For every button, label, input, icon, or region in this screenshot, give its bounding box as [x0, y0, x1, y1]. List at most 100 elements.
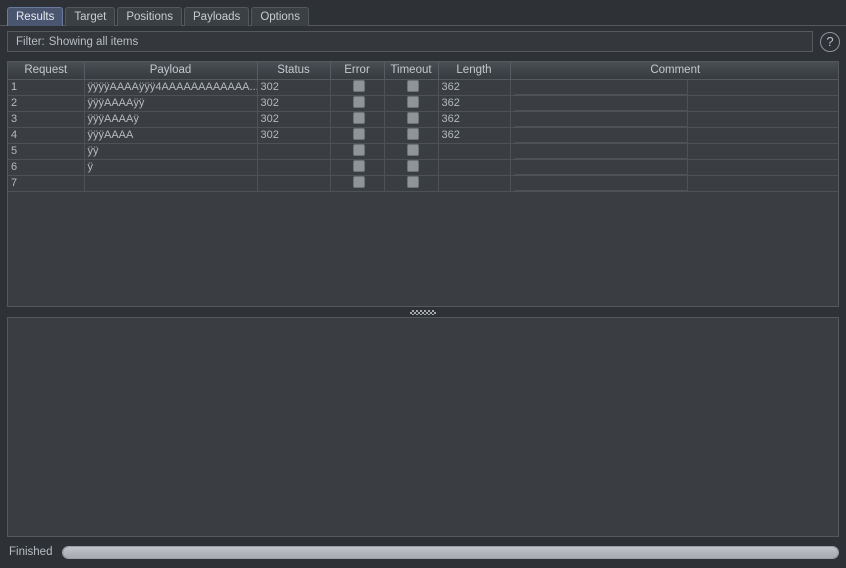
cell-length: 362 — [438, 127, 510, 143]
tab-results[interactable]: Results — [7, 7, 63, 26]
cell-status: 302 — [257, 95, 330, 111]
request-response-detail-panel[interactable] — [7, 317, 839, 537]
cell-timeout — [384, 175, 438, 191]
column-header-length[interactable]: Length — [438, 62, 510, 79]
cell-payload: ÿÿÿAAAAÿÿ — [84, 95, 257, 111]
table-row[interactable]: 1ÿÿÿÿAAAAÿÿÿ4AAAAAAAAAAAA...302 362 — [8, 79, 839, 95]
column-header-timeout[interactable]: Timeout — [384, 62, 438, 79]
checkbox-timeout-icon[interactable] — [407, 112, 419, 124]
results-table: RequestPayloadStatusErrorTimeoutLengthCo… — [8, 62, 839, 192]
cell-payload: ÿÿ — [84, 143, 257, 159]
tab-target[interactable]: Target — [65, 7, 115, 26]
cell-timeout — [384, 79, 438, 95]
cell-length: 362 — [438, 79, 510, 95]
cell-comment[interactable] — [510, 175, 839, 191]
column-header-error[interactable]: Error — [330, 62, 384, 79]
cell-request: 4 — [8, 127, 84, 143]
cell-length: 362 — [438, 95, 510, 111]
cell-error — [330, 159, 384, 175]
checkbox-error-icon[interactable] — [353, 176, 365, 188]
filter-bar[interactable]: Filter: Showing all items — [7, 31, 813, 52]
cell-comment-text — [514, 144, 688, 159]
splitter-grip-icon[interactable] — [410, 310, 436, 315]
tab-strip: ResultsTargetPositionsPayloadsOptions — [0, 0, 846, 26]
column-header-payload[interactable]: Payload — [84, 62, 257, 79]
results-table-panel[interactable]: RequestPayloadStatusErrorTimeoutLengthCo… — [7, 61, 839, 307]
panel-splitter[interactable] — [7, 308, 839, 317]
checkbox-error-icon[interactable] — [353, 128, 365, 140]
column-header-request[interactable]: Request — [8, 62, 84, 79]
table-row[interactable]: 5ÿÿ — [8, 143, 839, 159]
cell-request: 2 — [8, 95, 84, 111]
table-row[interactable]: 2ÿÿÿAAAAÿÿ302 362 — [8, 95, 839, 111]
cell-comment-text — [514, 80, 688, 95]
results-table-head: RequestPayloadStatusErrorTimeoutLengthCo… — [8, 62, 839, 79]
question-mark-icon[interactable]: ? — [820, 32, 840, 52]
cell-error — [330, 143, 384, 159]
filter-row: Filter: Showing all items ? — [0, 27, 846, 56]
cell-comment-text — [514, 128, 688, 143]
cell-length — [438, 143, 510, 159]
column-header-comment[interactable]: Comment — [510, 62, 839, 79]
cell-comment[interactable] — [510, 95, 839, 111]
cell-comment[interactable] — [510, 143, 839, 159]
cell-length — [438, 159, 510, 175]
cell-error — [330, 79, 384, 95]
checkbox-timeout-icon[interactable] — [407, 80, 419, 92]
cell-status: 302 — [257, 127, 330, 143]
cell-request: 1 — [8, 79, 84, 95]
table-row[interactable]: 3ÿÿÿAAAAÿ302 362 — [8, 111, 839, 127]
cell-comment[interactable] — [510, 159, 839, 175]
checkbox-timeout-icon[interactable] — [407, 144, 419, 156]
cell-payload: ÿÿÿÿAAAAÿÿÿ4AAAAAAAAAAAA... — [84, 79, 257, 95]
checkbox-error-icon[interactable] — [353, 144, 365, 156]
cell-request: 5 — [8, 143, 84, 159]
cell-status: 302 — [257, 79, 330, 95]
column-header-status[interactable]: Status — [257, 62, 330, 79]
checkbox-timeout-icon[interactable] — [407, 96, 419, 108]
cell-comment[interactable] — [510, 79, 839, 95]
cell-request: 6 — [8, 159, 84, 175]
table-row[interactable]: 7 — [8, 175, 839, 191]
tab-positions[interactable]: Positions — [117, 7, 182, 26]
cell-payload: ÿÿÿAAAA — [84, 127, 257, 143]
checkbox-error-icon[interactable] — [353, 96, 365, 108]
cell-status — [257, 143, 330, 159]
cell-comment-text — [514, 176, 688, 191]
cell-error — [330, 127, 384, 143]
cell-error — [330, 175, 384, 191]
cell-comment[interactable] — [510, 111, 839, 127]
cell-error — [330, 111, 384, 127]
table-row[interactable]: 6ÿ — [8, 159, 839, 175]
cell-payload: ÿÿÿAAAAÿ — [84, 111, 257, 127]
checkbox-timeout-icon[interactable] — [407, 160, 419, 172]
intruder-attack-window: ResultsTargetPositionsPayloadsOptions Fi… — [0, 0, 846, 568]
checkbox-timeout-icon[interactable] — [407, 176, 419, 188]
checkbox-timeout-icon[interactable] — [407, 128, 419, 140]
cell-payload: ÿ — [84, 159, 257, 175]
attack-progress-bar — [62, 546, 839, 559]
cell-comment-text — [514, 96, 688, 111]
filter-value: Showing all items — [49, 36, 138, 48]
cell-status — [257, 175, 330, 191]
cell-request: 3 — [8, 111, 84, 127]
cell-timeout — [384, 127, 438, 143]
tab-options[interactable]: Options — [251, 7, 309, 26]
cell-payload — [84, 175, 257, 191]
cell-length: 362 — [438, 111, 510, 127]
cell-comment-text — [514, 160, 688, 175]
tab-payloads[interactable]: Payloads — [184, 7, 249, 26]
checkbox-error-icon[interactable] — [353, 112, 365, 124]
cell-timeout — [384, 95, 438, 111]
status-text: Finished — [9, 546, 52, 558]
cell-status: 302 — [257, 111, 330, 127]
checkbox-error-icon[interactable] — [353, 80, 365, 92]
table-row[interactable]: 4ÿÿÿAAAA302 362 — [8, 127, 839, 143]
cell-comment[interactable] — [510, 127, 839, 143]
cell-timeout — [384, 111, 438, 127]
results-header-row: RequestPayloadStatusErrorTimeoutLengthCo… — [8, 62, 839, 79]
filter-label: Filter: — [16, 36, 45, 48]
cell-status — [257, 159, 330, 175]
checkbox-error-icon[interactable] — [353, 160, 365, 172]
cell-length — [438, 175, 510, 191]
